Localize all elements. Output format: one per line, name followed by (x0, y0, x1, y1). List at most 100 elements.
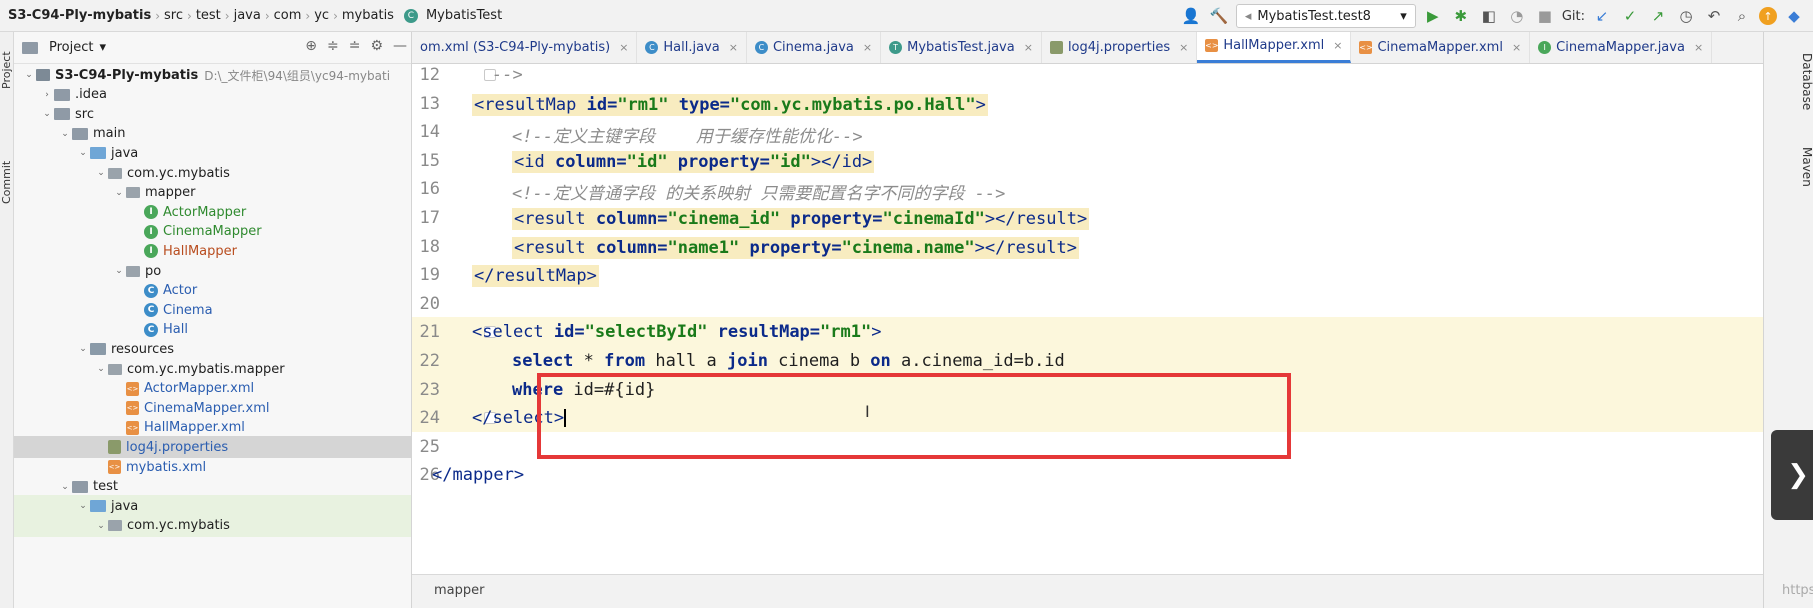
chevron-icon[interactable]: ⌄ (94, 364, 108, 374)
close-icon[interactable]: × (1694, 41, 1703, 54)
line-number[interactable]: 23 (412, 380, 440, 400)
chevron-icon[interactable]: ⌄ (76, 501, 90, 511)
code-text: <select id="selectById" resultMap="rm1"> (472, 322, 881, 342)
user-icon[interactable]: 👤 (1180, 7, 1202, 25)
line-number[interactable]: 22 (412, 351, 440, 371)
tree-item-label: S3-C94-Ply-mybatis (55, 67, 199, 83)
close-icon[interactable]: × (619, 41, 628, 54)
code-line: 19 </resultMap> (412, 260, 1763, 289)
database-tool-tab[interactable]: Database (1764, 42, 1813, 122)
breadcrumb-item[interactable]: mybatis (338, 8, 398, 23)
gear-icon[interactable]: ⚙ (370, 38, 383, 54)
interface-icon: I (144, 244, 158, 259)
line-number[interactable]: 20 (412, 294, 440, 314)
chevron-icon[interactable]: ⌄ (40, 109, 54, 119)
chevron-icon[interactable]: ⌄ (112, 266, 126, 276)
test-class-icon: C (403, 8, 418, 23)
maven-tool-tab[interactable]: Maven (1764, 132, 1813, 202)
chevron-icon[interactable]: ⌄ (58, 129, 72, 139)
chevron-down-icon[interactable]: ▾ (99, 40, 106, 55)
file-type-icon: C (754, 40, 768, 54)
git-push-icon[interactable]: ↗ (1647, 7, 1669, 25)
code-text: <!--定义普通字段 的关系映射 只需要配置名字不同的字段 --> (512, 179, 1005, 204)
chevron-icon[interactable]: ⌄ (94, 168, 108, 178)
breadcrumb-item[interactable]: src (160, 8, 187, 23)
run-icon[interactable]: ▶ (1422, 7, 1444, 25)
line-number[interactable]: 16 (412, 179, 440, 199)
module-icon (36, 69, 50, 81)
editor-tab[interactable]: C Hall.java × (637, 32, 747, 63)
search-icon[interactable]: ⌕ (1731, 7, 1753, 25)
line-number[interactable]: 25 (412, 437, 440, 457)
git-commit-icon[interactable]: ✓ (1619, 7, 1641, 25)
breadcrumb-item[interactable]: java (230, 8, 265, 23)
expand-all-icon[interactable]: ≑ (327, 38, 339, 54)
folder-icon (72, 480, 88, 493)
coverage-icon[interactable]: ◧ (1478, 7, 1500, 25)
close-icon[interactable]: × (1512, 41, 1521, 54)
line-number[interactable]: 17 (412, 208, 440, 228)
editor-tab[interactable]: log4j.properties × (1042, 32, 1198, 63)
xml-breadcrumb[interactable]: mapper (434, 583, 484, 598)
line-number[interactable]: 14 (412, 122, 440, 142)
editor-tab[interactable]: <> CinemaMapper.xml × (1351, 32, 1531, 63)
chevron-icon[interactable]: ⌄ (76, 344, 90, 354)
chevron-icon[interactable]: ⌄ (112, 188, 126, 198)
file-type-icon (1049, 40, 1063, 54)
editor-tab[interactable]: T MybatisTest.java × (881, 32, 1042, 63)
breadcrumb-item[interactable]: test (192, 8, 225, 23)
annotation-red-box (537, 373, 1291, 459)
line-number[interactable]: 15 (412, 151, 440, 171)
chevron-icon[interactable]: ⌄ (94, 521, 108, 531)
hide-icon[interactable]: — (393, 38, 407, 54)
line-number[interactable]: 24 (412, 408, 440, 428)
chevron-icon[interactable]: ⌄ (58, 482, 72, 492)
line-number[interactable]: 18 (412, 237, 440, 257)
xml-file-icon: <> (126, 401, 139, 416)
project-tool-tab[interactable]: Project (0, 40, 14, 100)
chevron-icon[interactable]: › (40, 90, 54, 100)
locate-icon[interactable]: ⊕ (305, 38, 317, 54)
code-text: </mapper> (432, 465, 524, 485)
line-number[interactable]: 21 (412, 322, 440, 342)
line-number[interactable]: 13 (412, 94, 440, 114)
commit-tool-tab[interactable]: Commit (0, 152, 14, 212)
config-arrow-icon: ◂ (1244, 8, 1252, 24)
tab-label: CinemaMapper.java (1556, 39, 1685, 55)
editor-tab[interactable]: <> HallMapper.xml × (1197, 32, 1352, 63)
breadcrumb-item[interactable]: MybatisTest (422, 8, 506, 23)
code-token: <id (514, 151, 555, 172)
chevron-icon[interactable]: ⌄ (22, 70, 36, 80)
close-icon[interactable]: × (1179, 41, 1188, 54)
close-icon[interactable]: × (729, 41, 738, 54)
editor-tab[interactable]: om.xml (S3-C94-Ply-mybatis) × (412, 32, 638, 63)
tree-item[interactable]: ⌄ com.yc.mybatis (14, 514, 411, 537)
close-icon[interactable]: × (863, 41, 872, 54)
editor-tab[interactable]: I CinemaMapper.java × (1530, 32, 1713, 63)
code-line: 12 --> (412, 64, 1763, 89)
line-number[interactable]: 12 (412, 65, 440, 85)
breadcrumb-item[interactable]: yc (310, 8, 333, 23)
build-hammer-icon[interactable]: 🔨 (1208, 7, 1230, 25)
run-configuration-select[interactable]: ◂ MybatisTest.test8 ▾ (1235, 4, 1416, 28)
history-icon[interactable]: ◷ (1675, 7, 1697, 25)
code-editor[interactable]: 12 --> 13 <resultMap id="rm1" type="com.yc.… (412, 64, 1763, 574)
git-update-icon[interactable]: ↙ (1591, 7, 1613, 25)
rollback-icon[interactable]: ↶ (1703, 7, 1725, 25)
debug-icon[interactable]: ✱ (1450, 7, 1472, 25)
stop-icon[interactable]: ■ (1534, 7, 1556, 25)
update-icon[interactable]: ↑ (1759, 7, 1777, 25)
close-icon[interactable]: × (1024, 41, 1033, 54)
line-number[interactable]: 19 (412, 265, 440, 285)
profile-icon[interactable]: ◔ (1506, 7, 1528, 25)
plugin-icon[interactable]: ◆ (1783, 7, 1805, 25)
collapse-all-icon[interactable]: ≐ (349, 38, 361, 54)
chevron-icon[interactable]: ⌄ (76, 148, 90, 158)
code-token: "rm1" (820, 322, 872, 343)
project-panel-title[interactable]: Project (49, 40, 93, 55)
editor-tab[interactable]: C Cinema.java × (747, 32, 882, 63)
close-icon[interactable]: × (1333, 39, 1342, 52)
breadcrumb-item[interactable]: com (270, 8, 306, 23)
breadcrumb-item[interactable]: S3-C94-Ply-mybatis (4, 8, 155, 23)
chevron-right-icon[interactable]: ❯ (1771, 430, 1813, 520)
